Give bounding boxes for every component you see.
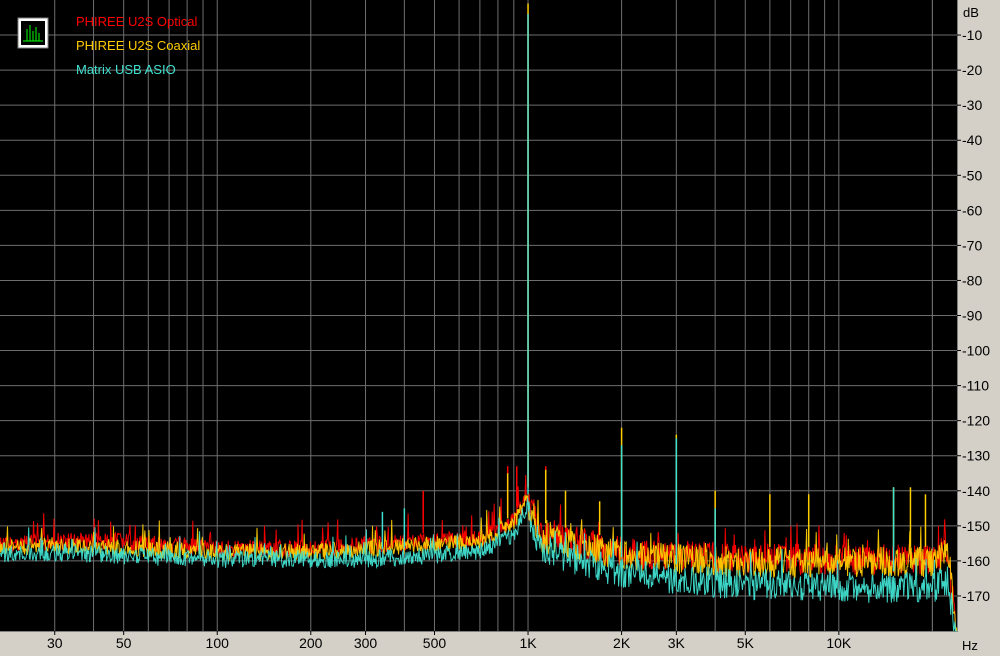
x-tick-label: 30 xyxy=(47,635,63,651)
x-tick-label: 1K xyxy=(519,635,537,651)
y-tick-label: -30 xyxy=(962,97,982,113)
series-layer xyxy=(0,3,958,632)
x-tick-label: 100 xyxy=(206,635,230,651)
y-axis-unit: dB xyxy=(963,5,979,20)
spectrum-chart: -10 -20 -30 -40 -50 -60 -70 -80 -90 -100 -110 -120 -… xyxy=(0,0,990,653)
legend-entry: PHIREE U2S Coaxial xyxy=(76,38,200,53)
y-tick-label: -130 xyxy=(962,448,990,464)
x-axis-unit: Hz xyxy=(962,638,978,653)
y-tick-label: -50 xyxy=(962,167,982,183)
x-tick-label: 5K xyxy=(737,635,755,651)
y-tick-label: -170 xyxy=(962,588,990,604)
y-tick-label: -70 xyxy=(962,237,982,253)
x-tick-label: 200 xyxy=(299,635,323,651)
x-tick-label: 10K xyxy=(826,635,852,651)
y-tick-label: -10 xyxy=(962,27,982,43)
x-tick-label: 50 xyxy=(116,635,132,651)
x-axis: 30 50 100 200 300 500 1K 2K 3K 5K 10K xyxy=(47,631,852,651)
y-tick-label: -160 xyxy=(962,553,990,569)
y-tick-label: -80 xyxy=(962,272,982,288)
y-tick-label: -140 xyxy=(962,483,990,499)
legend-entry: PHIREE U2S Optical xyxy=(76,14,197,29)
y-tick-label: -60 xyxy=(962,202,982,218)
y-tick-label: -150 xyxy=(962,518,990,534)
y-tick-label: -100 xyxy=(962,343,990,359)
analyzer-window: -10 -20 -30 -40 -50 -60 -70 -80 -90 -100 -110 -120 -… xyxy=(0,0,1000,656)
legend-entry: Matrix USB ASIO xyxy=(76,62,176,77)
legend: PHIREE U2S Optical PHIREE U2S Coaxial Matr… xyxy=(76,14,200,77)
x-tick-label: 300 xyxy=(354,635,378,651)
y-axis: -10 -20 -30 -40 -50 -60 -70 -80 -90 -100 -110 -120 -… xyxy=(957,27,990,604)
spectrum-icon[interactable] xyxy=(17,17,49,49)
y-tick-label: -20 xyxy=(962,62,982,78)
y-tick-label: -40 xyxy=(962,132,982,148)
x-tick-label: 3K xyxy=(668,635,686,651)
x-tick-label: 500 xyxy=(423,635,447,651)
y-tick-label: -90 xyxy=(962,308,982,324)
y-tick-label: -120 xyxy=(962,413,990,429)
y-tick-label: -110 xyxy=(962,378,989,394)
x-tick-label: 2K xyxy=(613,635,631,651)
